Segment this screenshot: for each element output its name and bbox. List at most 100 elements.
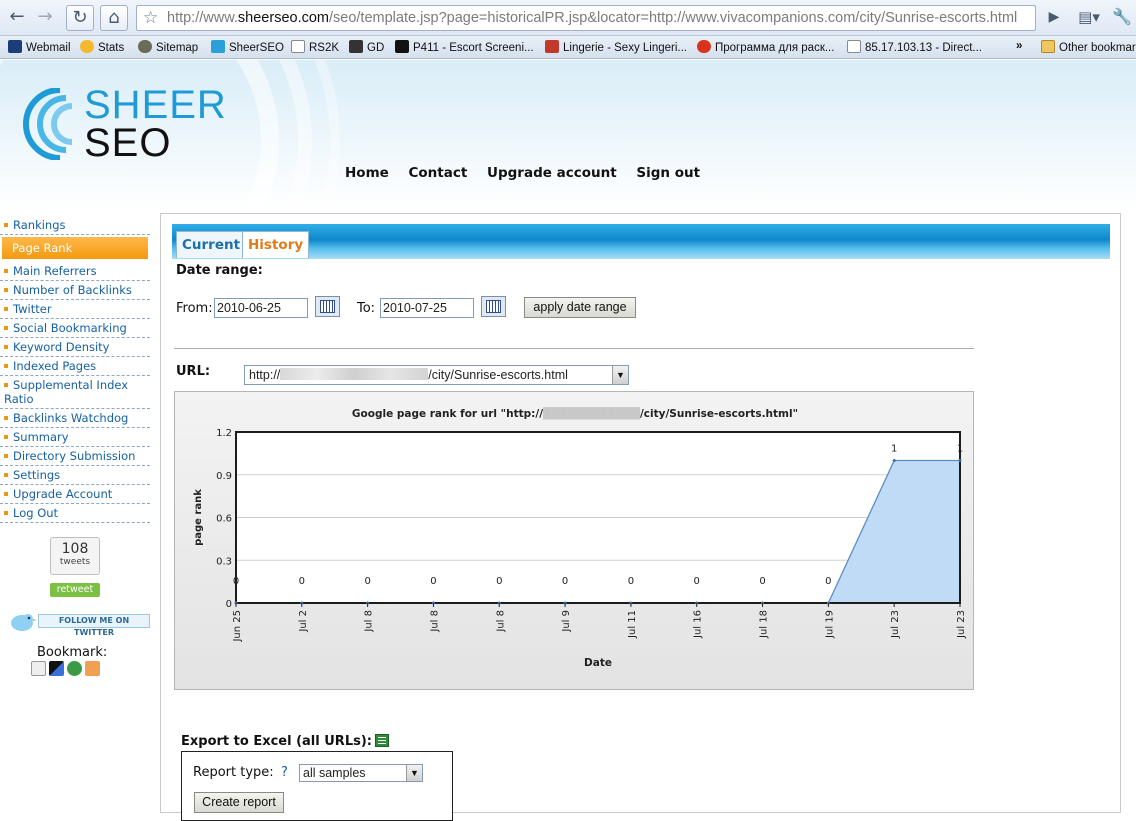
from-calendar-icon[interactable] bbox=[315, 296, 340, 317]
report-type-select[interactable]: all samples ▼ bbox=[299, 764, 423, 782]
nav-contact[interactable]: Contact bbox=[409, 165, 468, 181]
date-range-heading: Date range: bbox=[176, 263, 263, 278]
sidebar-item[interactable]: Indexed Pages bbox=[0, 357, 150, 376]
bullet-icon bbox=[4, 307, 8, 311]
address-bar[interactable]: ☆ http://www.sheerseo.com/seo/template.j… bbox=[136, 5, 1036, 31]
help-icon[interactable]: ? bbox=[281, 765, 288, 780]
bookmark-gd[interactable]: GD bbox=[349, 40, 384, 54]
follow-twitter-badge[interactable]: FOLLOW ME ON TWITTER bbox=[4, 610, 150, 637]
redacted-domain bbox=[280, 368, 429, 380]
back-icon[interactable]: ← bbox=[3, 5, 31, 31]
chevron-right-icon[interactable]: » bbox=[1016, 40, 1022, 52]
wrench-icon[interactable]: 🔧 bbox=[1108, 5, 1136, 31]
x-tick-label: Jun 25 bbox=[232, 610, 243, 643]
bookmark-label: P411 - Escort Screeni... bbox=[413, 42, 534, 54]
stats-icon bbox=[80, 40, 94, 53]
y-tick-label: 1.2 bbox=[216, 428, 232, 439]
bookmark-label: Other bookmarks bbox=[1059, 42, 1136, 54]
report-type-label: Report type: bbox=[193, 765, 274, 780]
bookmark-p411[interactable]: P411 - Escort Screeni... bbox=[395, 40, 534, 54]
from-date-input[interactable]: 2010-06-25 bbox=[214, 298, 308, 318]
excel-icon[interactable] bbox=[374, 734, 389, 747]
sidebar-item[interactable]: Rankings bbox=[0, 216, 150, 235]
url-rest: /seo/template.jsp?page=historicalPR.jsp&… bbox=[329, 10, 1018, 26]
to-calendar-icon[interactable] bbox=[481, 296, 506, 317]
page-menu-icon[interactable]: ▤▾ bbox=[1075, 5, 1103, 31]
bookmark-rs2k[interactable]: RS2K bbox=[291, 40, 339, 54]
reload-icon[interactable]: ↻ bbox=[66, 5, 94, 31]
nav-upgrade-account[interactable]: Upgrade account bbox=[487, 165, 617, 181]
data-point bbox=[958, 459, 962, 462]
x-tick-label: Jul 16 bbox=[693, 610, 704, 639]
tweet-count: 108 bbox=[61, 541, 89, 557]
stumbleupon-icon[interactable] bbox=[67, 661, 82, 676]
top-nav: Home Contact Upgrade account Sign out bbox=[345, 165, 715, 181]
sidebar-item[interactable]: Page Rank bbox=[2, 237, 148, 259]
to-date-input[interactable]: 2010-07-25 bbox=[380, 298, 474, 318]
bookmark-label: 85.17.103.13 - Direct... bbox=[865, 42, 982, 54]
data-label: 0 bbox=[825, 576, 831, 587]
bookmark-program[interactable]: Программа для раск... bbox=[697, 40, 834, 54]
browser-toolbar: ← → ↻ ⌂ ☆ http://www.sheerseo.com/seo/te… bbox=[0, 0, 1136, 36]
export-excel-label: Export to Excel (all URLs): bbox=[181, 734, 389, 749]
nav-home[interactable]: Home bbox=[345, 165, 389, 181]
sidebar-item-label: Rankings bbox=[13, 218, 66, 232]
share-icon[interactable] bbox=[31, 661, 46, 676]
sidebar-item[interactable]: Number of Backlinks bbox=[0, 281, 150, 300]
tabs-strip: Current History bbox=[172, 224, 1110, 259]
url-prefix: http://www. bbox=[167, 10, 238, 26]
bookmark-lingerie[interactable]: Lingerie - Sexy Lingeri... bbox=[545, 40, 687, 54]
x-tick-label: Jul 8 bbox=[495, 610, 506, 633]
bookmark-label: Bookmark: bbox=[37, 645, 108, 660]
star-icon[interactable]: ☆ bbox=[143, 6, 158, 30]
bullet-icon bbox=[4, 511, 8, 515]
sidebar-item[interactable]: Main Referrers bbox=[0, 262, 150, 281]
sidebar-menu: Rankings Page Rank Main Referrers Number of… bbox=[0, 216, 150, 523]
apply-date-range-button[interactable]: apply date range bbox=[524, 297, 636, 318]
sidebar-item-label: Twitter bbox=[13, 302, 52, 316]
sidebar-item-label: Main Referrers bbox=[13, 264, 97, 278]
forward-icon[interactable]: → bbox=[31, 5, 59, 31]
sidebar-item[interactable]: Summary bbox=[0, 428, 150, 447]
bookmark-sitemap[interactable]: Sitemap bbox=[138, 40, 198, 54]
x-tick-label: Jul 23 bbox=[890, 610, 901, 639]
chevron-down-icon[interactable]: ▼ bbox=[612, 366, 628, 384]
go-icon[interactable]: ▶ bbox=[1040, 5, 1068, 31]
tab-history[interactable]: History bbox=[242, 231, 310, 258]
sidebar-item[interactable]: Social Bookmarking bbox=[0, 319, 150, 338]
bookmark-webmail[interactable]: Webmail bbox=[8, 40, 71, 54]
sidebar-item[interactable]: Settings bbox=[0, 466, 150, 485]
sidebar-item[interactable]: Log Out bbox=[0, 504, 150, 523]
nav-sign-out[interactable]: Sign out bbox=[636, 165, 700, 181]
home-icon[interactable]: ⌂ bbox=[100, 5, 128, 31]
data-label: 0 bbox=[299, 576, 305, 587]
x-tick-label: Jul 18 bbox=[759, 610, 770, 639]
x-axis-label: Date bbox=[584, 657, 612, 669]
sidebar-item[interactable]: Upgrade Account bbox=[0, 485, 150, 504]
bullet-icon bbox=[4, 326, 8, 330]
create-report-button[interactable]: Create report bbox=[194, 792, 284, 813]
url-select[interactable]: http:// /city/Sunrise-escorts.html ▼ bbox=[244, 365, 629, 385]
retweet-button[interactable]: retweet bbox=[50, 583, 100, 597]
facebook-icon[interactable] bbox=[85, 661, 100, 676]
tab-current[interactable]: Current bbox=[176, 231, 247, 258]
bullet-icon bbox=[4, 383, 8, 387]
bookmark-sheerseo[interactable]: SheerSEO bbox=[211, 40, 284, 54]
bookmark-stats[interactable]: Stats bbox=[80, 40, 124, 54]
sidebar-item[interactable]: Supplemental Index Ratio bbox=[0, 376, 150, 409]
sidebar-item[interactable]: Twitter bbox=[0, 300, 150, 319]
data-label: 0 bbox=[562, 576, 568, 587]
y-tick-label: 0.6 bbox=[216, 514, 232, 525]
sidebar-item[interactable]: Backlinks Watchdog bbox=[0, 409, 150, 428]
bullet-icon bbox=[4, 492, 8, 496]
gd-icon bbox=[349, 40, 363, 53]
bookmark-direct[interactable]: 85.17.103.13 - Direct... bbox=[847, 40, 982, 54]
chevron-down-icon[interactable]: ▼ bbox=[406, 765, 422, 781]
sidebar-item[interactable]: Keyword Density bbox=[0, 338, 150, 357]
delicious-icon[interactable] bbox=[49, 661, 64, 676]
site-logo[interactable]: SHEER SEO bbox=[84, 85, 227, 163]
sidebar-item[interactable]: Directory Submission bbox=[0, 447, 150, 466]
bullet-icon bbox=[4, 364, 8, 368]
bookmark-other[interactable]: Other bookmarks bbox=[1041, 40, 1136, 54]
redacted-domain: ████████████ bbox=[542, 407, 641, 420]
